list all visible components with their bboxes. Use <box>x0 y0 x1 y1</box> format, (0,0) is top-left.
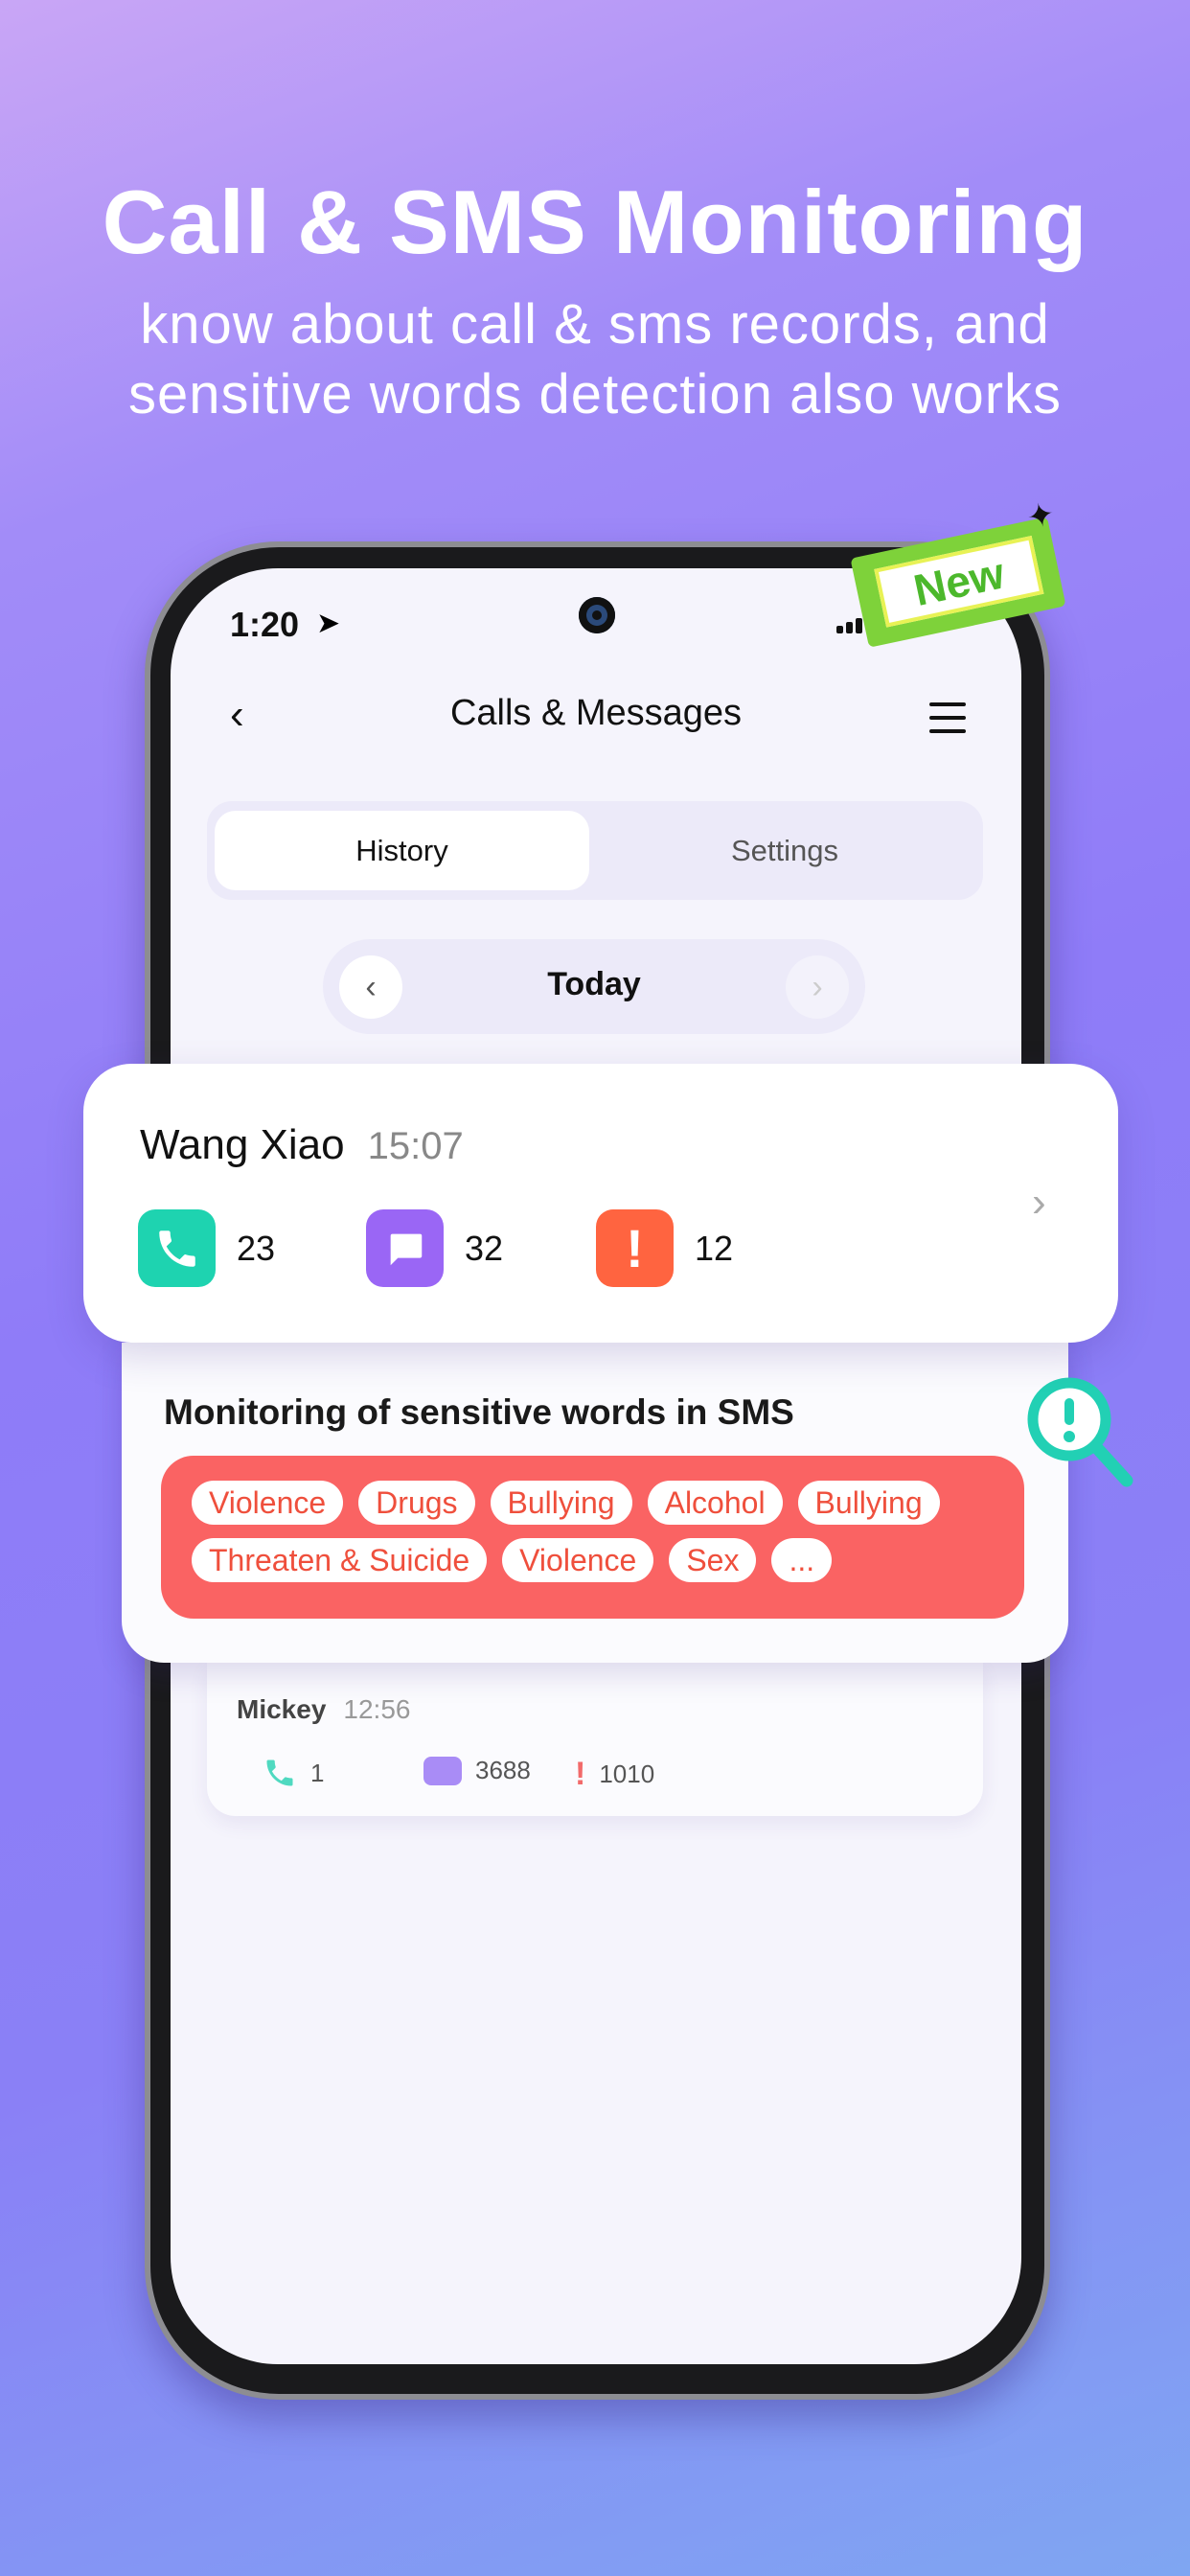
tab-settings[interactable]: Settings <box>595 811 974 890</box>
promo-headline: Call & SMS Monitoring <box>102 172 1088 272</box>
call-count: 1 <box>263 1756 324 1790</box>
tag[interactable]: Bullying <box>490 1481 632 1525</box>
alert-count: ! 12 <box>596 1209 733 1287</box>
phone-icon <box>266 1760 293 1786</box>
call-count: 23 <box>138 1209 275 1287</box>
date-navigator: ‹ Today › <box>323 939 865 1034</box>
record-card[interactable]: Wang Xiao 15:07 23 32 ! 12 › <box>83 1064 1118 1343</box>
chevron-right-icon[interactable]: › <box>1032 1179 1046 1227</box>
alert-icon: ! <box>575 1756 586 1792</box>
tag[interactable]: Alcohol <box>647 1481 783 1525</box>
status-time: 1:20 <box>230 605 300 644</box>
more-tags[interactable]: ... <box>771 1538 833 1582</box>
tag[interactable]: Violence <box>192 1481 344 1525</box>
promo-subtitle-1: know about call & sms records, and <box>140 293 1050 356</box>
hamburger-icon[interactable] <box>929 702 966 743</box>
sensitive-tags: Violence Drugs Bullying Alcohol Bullying… <box>161 1456 1024 1619</box>
location-icon: ➤ <box>316 608 341 639</box>
promo-subtitle-2: sensitive words detection also works <box>127 363 1063 426</box>
tag[interactable]: Threaten & Suicide <box>192 1538 488 1582</box>
page-title: Calls & Messages <box>449 693 743 733</box>
tab-bar: History Settings <box>207 801 983 900</box>
record-name: Wang Xiao 15:07 <box>140 1121 464 1168</box>
message-icon <box>423 1756 462 1785</box>
next-day-button[interactable]: › <box>786 955 849 1019</box>
alert-count: ! 1010 <box>575 1756 655 1792</box>
tag[interactable]: Sex <box>669 1538 757 1582</box>
magnifier-alert-icon <box>1027 1377 1133 1487</box>
sensitive-words-card: Monitoring of sensitive words in SMS Vio… <box>122 1343 1068 1663</box>
record-card[interactable]: Mickey 12:56 1 3688 ! 1010 <box>207 1663 983 1816</box>
camera-icon <box>579 597 615 633</box>
phone-icon <box>138 1209 216 1287</box>
tab-history[interactable]: History <box>215 811 589 890</box>
record-name: Mickey 12:56 <box>237 1694 411 1724</box>
tag[interactable]: Bullying <box>797 1481 940 1525</box>
signal-icon <box>836 618 865 638</box>
tag[interactable]: Violence <box>502 1538 654 1582</box>
message-count: 3688 <box>423 1756 531 1785</box>
tag[interactable]: Drugs <box>358 1481 475 1525</box>
record-time: 12:56 <box>343 1694 411 1724</box>
date-label: Today <box>547 966 641 1002</box>
message-icon <box>366 1209 444 1287</box>
message-count: 32 <box>366 1209 503 1287</box>
sensitive-words-title: Monitoring of sensitive words in SMS <box>164 1392 794 1432</box>
record-time: 15:07 <box>367 1125 464 1167</box>
alert-icon: ! <box>596 1209 674 1287</box>
